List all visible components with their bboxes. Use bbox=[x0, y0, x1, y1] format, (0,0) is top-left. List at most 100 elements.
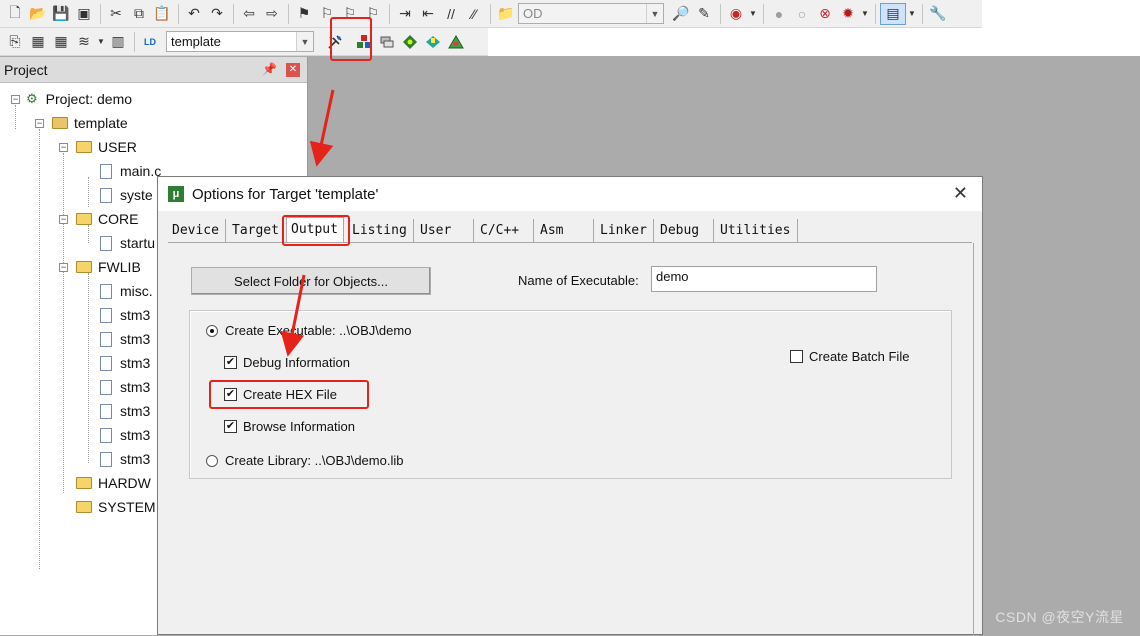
browse-information-label[interactable]: Browse Information bbox=[243, 419, 355, 434]
open-folder-icon[interactable]: 📂 bbox=[27, 3, 49, 25]
cut-icon[interactable]: ✂ bbox=[105, 3, 127, 25]
create-batch-label[interactable]: Create Batch File bbox=[809, 349, 909, 364]
tree-node-file[interactable]: stm3 bbox=[100, 376, 150, 398]
tree-expander[interactable]: − bbox=[59, 215, 68, 224]
close-icon[interactable]: ✕ bbox=[286, 63, 300, 77]
copy-icon[interactable]: ⧉ bbox=[128, 3, 150, 25]
rebuild-icon[interactable]: ▦ bbox=[50, 31, 72, 53]
tab-linker[interactable]: Linker bbox=[596, 219, 654, 243]
tree-node-file[interactable]: syste bbox=[100, 184, 153, 206]
target-combo-value: template bbox=[171, 34, 221, 49]
tree-node-file[interactable]: misc. bbox=[100, 280, 153, 302]
find-combo[interactable]: OD ▼ bbox=[518, 3, 664, 24]
tree-node-project[interactable]: ⚙ Project: demo bbox=[26, 88, 132, 110]
tree-expander[interactable]: − bbox=[11, 95, 20, 104]
create-library-label[interactable]: Create Library: ..\OBJ\demo.lib bbox=[225, 453, 403, 468]
configure-wrench-icon[interactable]: 🔧 bbox=[927, 3, 949, 25]
tree-node-group-system[interactable]: SYSTEM bbox=[76, 496, 156, 518]
toolbar-empty-area bbox=[488, 28, 1140, 56]
toolbar-separator bbox=[389, 3, 390, 24]
create-executable-radio[interactable] bbox=[206, 325, 218, 337]
paste-icon[interactable]: 📋 bbox=[151, 3, 173, 25]
debug-information-label[interactable]: Debug Information bbox=[243, 355, 350, 370]
tree-node-target[interactable]: template bbox=[52, 112, 128, 134]
tab-asm[interactable]: Asm bbox=[536, 219, 594, 243]
tree-node-group-user[interactable]: USER bbox=[76, 136, 137, 158]
target-combo[interactable]: template ▼ bbox=[166, 31, 314, 52]
browse-information-checkbox[interactable]: ✔ bbox=[224, 420, 237, 433]
select-folder-button[interactable]: Select Folder for Objects... bbox=[191, 267, 431, 295]
outdent-icon[interactable]: ⇤ bbox=[417, 3, 439, 25]
tree-node-file[interactable]: stm3 bbox=[100, 400, 150, 422]
window-layout-icon[interactable]: ▤ bbox=[880, 2, 906, 25]
tab-listing[interactable]: Listing bbox=[348, 219, 414, 243]
create-executable-label[interactable]: Create Executable: ..\OBJ\demo bbox=[225, 323, 411, 338]
create-library-radio[interactable] bbox=[206, 455, 218, 467]
tree-node-file[interactable]: stm3 bbox=[100, 352, 150, 374]
nav-forward-icon[interactable]: ⇨ bbox=[261, 3, 283, 25]
create-batch-checkbox[interactable] bbox=[790, 350, 803, 363]
tree-node-file[interactable]: main.c bbox=[100, 160, 161, 182]
find-icon[interactable]: 🔎 bbox=[670, 3, 692, 25]
undo-icon[interactable]: ↶ bbox=[183, 3, 205, 25]
uncomment-icon[interactable]: ⁄⁄ bbox=[463, 3, 485, 25]
download-icon[interactable]: LD bbox=[139, 31, 161, 53]
indent-icon[interactable]: ⇥ bbox=[394, 3, 416, 25]
breakpoint-icon[interactable]: ● bbox=[768, 3, 790, 25]
new-file-icon[interactable]: 🗋 bbox=[4, 3, 26, 25]
chevron-down-icon[interactable]: ▼ bbox=[748, 3, 758, 25]
tree-node-file[interactable]: stm3 bbox=[100, 448, 150, 470]
tree-line bbox=[88, 177, 89, 207]
pack-installer-icon[interactable] bbox=[422, 31, 444, 53]
batch-build-icon[interactable]: ≋ bbox=[73, 31, 95, 53]
watermark: CSDN @夜空Y流星 bbox=[995, 609, 1124, 625]
tree-expander[interactable]: − bbox=[59, 263, 68, 272]
save-icon[interactable]: 💾 bbox=[50, 3, 72, 25]
translate-icon[interactable]: ⎘ bbox=[4, 31, 26, 53]
tree-node-file[interactable]: startu bbox=[100, 232, 155, 254]
tree-label: CORE bbox=[98, 211, 139, 227]
bookmark-icon[interactable]: ⚑ bbox=[293, 3, 315, 25]
tab-debug[interactable]: Debug bbox=[656, 219, 714, 243]
tree-node-group-fwlib[interactable]: FWLIB bbox=[76, 256, 141, 278]
tab-target[interactable]: Target bbox=[228, 219, 284, 243]
select-packs-icon[interactable] bbox=[399, 31, 421, 53]
find-in-files-icon[interactable]: 📁 bbox=[495, 3, 517, 25]
tree-node-file[interactable]: stm3 bbox=[100, 328, 150, 350]
chevron-down-icon[interactable]: ▼ bbox=[860, 3, 870, 25]
tab-utilities[interactable]: Utilities bbox=[716, 219, 798, 243]
chevron-down-icon[interactable]: ▼ bbox=[96, 31, 106, 53]
tree-node-file[interactable]: stm3 bbox=[100, 304, 150, 326]
close-icon[interactable]: ✕ bbox=[953, 183, 968, 204]
tab-user[interactable]: User bbox=[416, 219, 474, 243]
comment-icon[interactable]: // bbox=[440, 3, 462, 25]
redo-icon[interactable]: ↷ bbox=[206, 3, 228, 25]
debug-session-icon[interactable]: ◉ bbox=[725, 3, 747, 25]
tree-line bbox=[88, 273, 89, 463]
toolbar-separator bbox=[178, 3, 179, 24]
tree-expander[interactable]: − bbox=[35, 119, 44, 128]
disable-all-breakpoints-icon[interactable]: ⊗ bbox=[814, 3, 836, 25]
tree-node-group-hardware[interactable]: HARDW bbox=[76, 472, 151, 494]
pin-icon[interactable]: 📌 bbox=[262, 62, 277, 76]
tree-expander[interactable]: − bbox=[59, 143, 68, 152]
nav-back-icon[interactable]: ⇦ bbox=[238, 3, 260, 25]
file-extensions-icon[interactable] bbox=[376, 31, 398, 53]
stop-build-icon[interactable]: ▥ bbox=[107, 31, 129, 53]
run-time-environment-icon[interactable] bbox=[445, 31, 467, 53]
chevron-down-icon[interactable]: ▼ bbox=[646, 4, 663, 23]
chevron-down-icon[interactable]: ▼ bbox=[296, 32, 313, 51]
name-of-executable-field[interactable]: demo bbox=[651, 266, 877, 292]
tab-device[interactable]: Device bbox=[168, 219, 226, 243]
kill-breakpoints-icon[interactable]: ✹ bbox=[837, 3, 859, 25]
disable-breakpoint-icon[interactable]: ○ bbox=[791, 3, 813, 25]
build-icon[interactable]: ▦ bbox=[27, 31, 49, 53]
incremental-find-icon[interactable]: ✎ bbox=[693, 3, 715, 25]
file-icon bbox=[100, 283, 112, 299]
tree-node-group-core[interactable]: CORE bbox=[76, 208, 138, 230]
debug-information-checkbox[interactable]: ✔ bbox=[224, 356, 237, 369]
tab-c-cpp[interactable]: C/C++ bbox=[476, 219, 534, 243]
tree-node-file[interactable]: stm3 bbox=[100, 424, 150, 446]
save-all-icon[interactable]: ▣ bbox=[73, 3, 95, 25]
chevron-down-icon[interactable]: ▼ bbox=[907, 3, 917, 25]
